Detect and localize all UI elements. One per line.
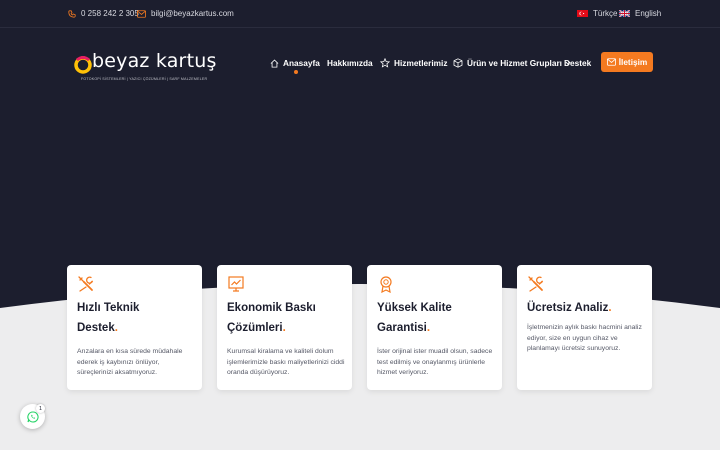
nav-services[interactable]: Hizmetlerimiz bbox=[380, 58, 447, 68]
feature-card-economic: Ekonomik Baskı Çözümleri. Kurumsal kirala… bbox=[217, 265, 352, 390]
card-title: Yüksek Kalite Garantisi. bbox=[377, 302, 452, 334]
notification-badge: 1 bbox=[36, 404, 45, 413]
lang-en-label: English bbox=[635, 9, 662, 18]
card-description: Kurumsal kiralama ve kaliteli dolum işle… bbox=[227, 348, 345, 376]
contact-button[interactable]: İletişim bbox=[601, 52, 653, 72]
card-description: İşletmenizin aylık baskı hacmini analiz … bbox=[527, 324, 642, 352]
site-logo[interactable]: beyaz kartuş FOTOKOPİ SİSTEMLERİ | YAZIC… bbox=[72, 46, 232, 86]
feature-card-analysis: Ücretsiz Analiz. İşletmenizin aylık bask… bbox=[517, 265, 652, 390]
lang-tr-link[interactable]: Türkçe bbox=[577, 9, 617, 18]
award-icon bbox=[380, 276, 392, 293]
feature-card-quality: Yüksek Kalite Garantisi. İster orijinal i… bbox=[367, 265, 502, 390]
nav-products[interactable]: Ürün ve Hizmet Grupları bbox=[453, 58, 571, 68]
card-title: Ekonomik Baskı Çözümleri. bbox=[227, 302, 316, 334]
feature-card-support: Hızlı Teknik Destek. Arızalara en kısa sü… bbox=[67, 265, 202, 390]
box-icon bbox=[453, 58, 463, 68]
logo-b-mark bbox=[73, 46, 92, 74]
whatsapp-icon bbox=[26, 410, 39, 422]
lang-en-link[interactable]: English bbox=[619, 9, 661, 18]
nav-services-label: Hizmetlerimiz bbox=[394, 58, 448, 68]
nav-home[interactable]: Anasayfa bbox=[270, 58, 320, 68]
contact-button-label: İletişim bbox=[618, 57, 648, 67]
nav-about[interactable]: Hakkımızda bbox=[327, 58, 373, 68]
mail-icon bbox=[137, 9, 146, 18]
turkey-flag-icon bbox=[577, 10, 588, 17]
phone-number: 0 258 242 2 305 bbox=[81, 9, 139, 18]
card-description: İster orijinal ister muadil olsun, sadec… bbox=[377, 348, 493, 376]
card-title: Ücretsiz Analiz. bbox=[527, 302, 612, 314]
nav-support-label: Destek bbox=[564, 58, 592, 68]
email-address: bilgi@beyazkartus.com bbox=[151, 9, 234, 18]
mail-icon bbox=[606, 58, 616, 66]
phone-link[interactable]: 0 258 242 2 305 bbox=[68, 9, 139, 18]
phone-icon bbox=[68, 9, 76, 18]
nav-home-label: Anasayfa bbox=[283, 58, 320, 68]
logo-name: beyaz kartuş bbox=[92, 50, 217, 72]
top-bar: 0 258 242 2 305 bilgi@beyazkartus.com Tü… bbox=[0, 0, 720, 28]
nav-support[interactable]: Destek bbox=[564, 58, 591, 68]
email-link[interactable]: bilgi@beyazkartus.com bbox=[137, 9, 234, 18]
uk-flag-icon bbox=[619, 10, 630, 17]
logo-tagline: FOTOKOPİ SİSTEMLERİ | YAZICI ÇÖZÜMLERİ |… bbox=[81, 77, 208, 81]
home-icon bbox=[270, 59, 279, 68]
card-description: Arızalara en kısa sürede müdahale ederek… bbox=[77, 348, 183, 376]
lang-tr-label: Türkçe bbox=[593, 9, 618, 18]
star-icon bbox=[380, 58, 390, 68]
chart-icon bbox=[228, 276, 244, 292]
tools-icon bbox=[78, 276, 94, 292]
nav-about-label: Hakkımızda bbox=[327, 58, 373, 68]
card-title: Hızlı Teknik Destek. bbox=[77, 302, 140, 334]
nav-products-label: Ürün ve Hizmet Grupları bbox=[467, 58, 562, 68]
active-indicator bbox=[294, 70, 298, 74]
tools-icon bbox=[528, 276, 544, 292]
